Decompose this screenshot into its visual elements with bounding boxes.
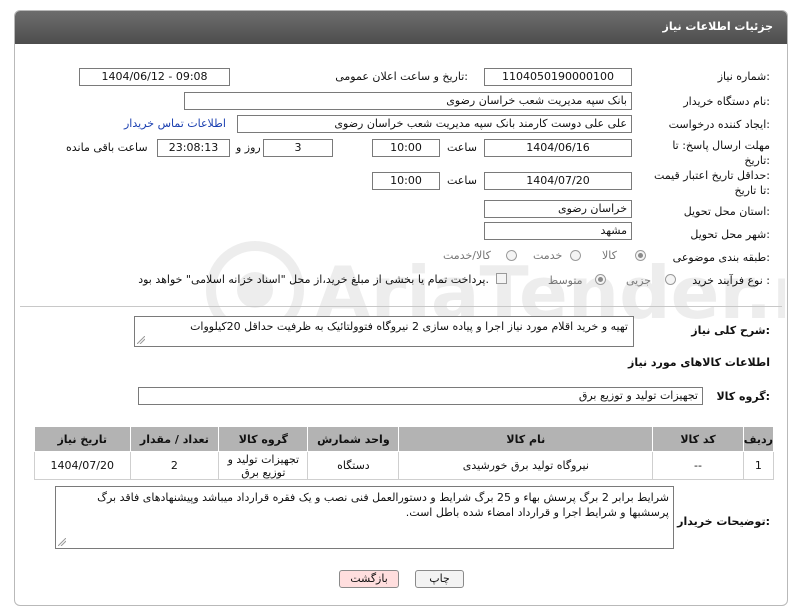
announce-field[interactable]: 1404/06/12 - 09:08 bbox=[79, 68, 230, 86]
cell-row-number: 1 bbox=[742, 451, 775, 480]
buyer-notes-textarea[interactable]: شرایط برابر 2 برگ پرسش بهاء و 25 برگ شرا… bbox=[55, 486, 674, 549]
cell-item-name: نیروگاه تولید برق خورشیدی bbox=[398, 451, 654, 480]
process-radio-medium[interactable] bbox=[595, 274, 606, 285]
days-field[interactable]: 3 bbox=[263, 139, 333, 157]
buyer-notes-label: توضیحات خریدار: bbox=[677, 515, 770, 528]
header-need-date: تاریخ نیاز bbox=[34, 426, 131, 452]
process-option-minor: جزیی bbox=[626, 274, 652, 287]
items-table: ردیف کد کالا نام کالا واحد شمارش گروه کا… bbox=[34, 426, 775, 480]
header-row-number: ردیف bbox=[742, 426, 775, 452]
province-field[interactable]: خراسان رضوی bbox=[484, 200, 632, 218]
deadline-date-field[interactable]: 1404/06/16 bbox=[484, 139, 632, 157]
category-radio-service[interactable] bbox=[570, 250, 581, 261]
buyer-org-field[interactable]: بانک سپه مدیریت شعب خراسان رضوی bbox=[184, 92, 632, 110]
summary-textarea[interactable]: تهیه و خرید اقلام مورد نیاز اجرا و پیاده… bbox=[134, 316, 634, 347]
cell-item-code: -- bbox=[652, 451, 744, 480]
goods-section-title: اطلاعات کالاهای مورد نیاز bbox=[628, 356, 770, 369]
contact-info-link[interactable]: اطلاعات تماس خریدار bbox=[124, 117, 226, 130]
deadline-label-2: تاریخ: bbox=[744, 154, 770, 167]
header-quantity: تعداد / مقدار bbox=[129, 426, 220, 452]
print-button[interactable]: چاپ bbox=[415, 570, 464, 588]
process-label: نوع فرآیند خرید : bbox=[692, 274, 770, 287]
province-label: استان محل تحویل: bbox=[683, 205, 770, 218]
process-radio-minor[interactable] bbox=[665, 274, 676, 285]
category-option-service: خدمت bbox=[533, 249, 563, 262]
creator-field[interactable]: علی علی دوست کارمند بانک سپه مدیریت شعب … bbox=[237, 115, 632, 133]
category-radio-goods[interactable] bbox=[635, 250, 646, 261]
process-option-medium: متوسط bbox=[548, 274, 583, 287]
city-field[interactable]: مشهد bbox=[484, 222, 632, 240]
table-header-row: ردیف کد کالا نام کالا واحد شمارش گروه کا… bbox=[34, 426, 775, 452]
price-validity-label-2: تا تاریخ: bbox=[734, 184, 770, 197]
section-divider bbox=[20, 306, 782, 307]
need-number-label: شماره نیاز: bbox=[717, 70, 770, 83]
header-group: گروه کالا bbox=[218, 426, 309, 452]
goods-group-label: گروه کالا: bbox=[716, 390, 770, 403]
category-option-goods: کالا bbox=[602, 249, 617, 262]
goods-group-field[interactable]: تجهیزات تولید و توزیع برق bbox=[138, 387, 703, 405]
cell-unit: دستگاه bbox=[307, 451, 400, 480]
cell-need-date: 1404/07/20 bbox=[34, 451, 131, 480]
need-number-field[interactable]: 1104050190000100 bbox=[484, 68, 632, 86]
announce-label: تاریخ و ساعت اعلان عمومی: bbox=[335, 70, 468, 83]
category-label: طبقه بندی موضوعی: bbox=[672, 251, 770, 264]
table-row: 1 -- نیروگاه تولید برق خورشیدی دستگاه تج… bbox=[34, 451, 775, 480]
price-validity-label-1: حداقل تاریخ اعتبار قیمت: bbox=[654, 169, 770, 182]
buyer-org-label: نام دستگاه خریدار: bbox=[683, 95, 770, 108]
price-time-label: ساعت bbox=[447, 174, 477, 187]
header-item-code: کد کالا bbox=[652, 426, 744, 452]
cell-group: تجهیزات تولید و توزیع برق bbox=[218, 451, 309, 480]
payment-note: پرداخت تمام یا بخشی از مبلغ خرید،از محل … bbox=[138, 273, 489, 286]
summary-text: تهیه و خرید اقلام مورد نیاز اجرا و پیاده… bbox=[190, 320, 628, 333]
deadline-time-field[interactable]: 10:00 bbox=[372, 139, 440, 157]
summary-label: شرح کلی نیاز: bbox=[691, 324, 770, 337]
remaining-label: ساعت باقی مانده bbox=[66, 141, 148, 154]
remaining-time-field[interactable]: 23:08:13 bbox=[157, 139, 230, 157]
treasury-checkbox[interactable] bbox=[496, 273, 507, 284]
panel-title: جزئیات اطلاعات نیاز bbox=[662, 20, 774, 33]
resize-grip-icon[interactable] bbox=[58, 538, 66, 546]
price-time-field[interactable]: 10:00 bbox=[372, 172, 440, 190]
cell-quantity: 2 bbox=[129, 451, 220, 480]
creator-label: ایجاد کننده درخواست: bbox=[668, 118, 770, 131]
category-radio-goods-service[interactable] bbox=[506, 250, 517, 261]
category-option-goods-service: کالا/خدمت bbox=[443, 249, 491, 262]
resize-grip-icon[interactable] bbox=[137, 336, 145, 344]
deadline-time-label: ساعت bbox=[447, 141, 477, 154]
header-unit: واحد شمارش bbox=[307, 426, 400, 452]
header-item-name: نام کالا bbox=[398, 426, 654, 452]
deadline-label-1: مهلت ارسال پاسخ: تا bbox=[672, 139, 770, 152]
panel-titlebar: جزئیات اطلاعات نیاز bbox=[15, 11, 787, 44]
price-date-field[interactable]: 1404/07/20 bbox=[484, 172, 632, 190]
days-label: روز و bbox=[236, 141, 261, 154]
city-label: شهر محل تحویل: bbox=[690, 228, 770, 241]
back-button[interactable]: بازگشت bbox=[339, 570, 399, 588]
buyer-notes-text: شرایط برابر 2 برگ پرسش بهاء و 25 برگ شرا… bbox=[97, 491, 669, 519]
